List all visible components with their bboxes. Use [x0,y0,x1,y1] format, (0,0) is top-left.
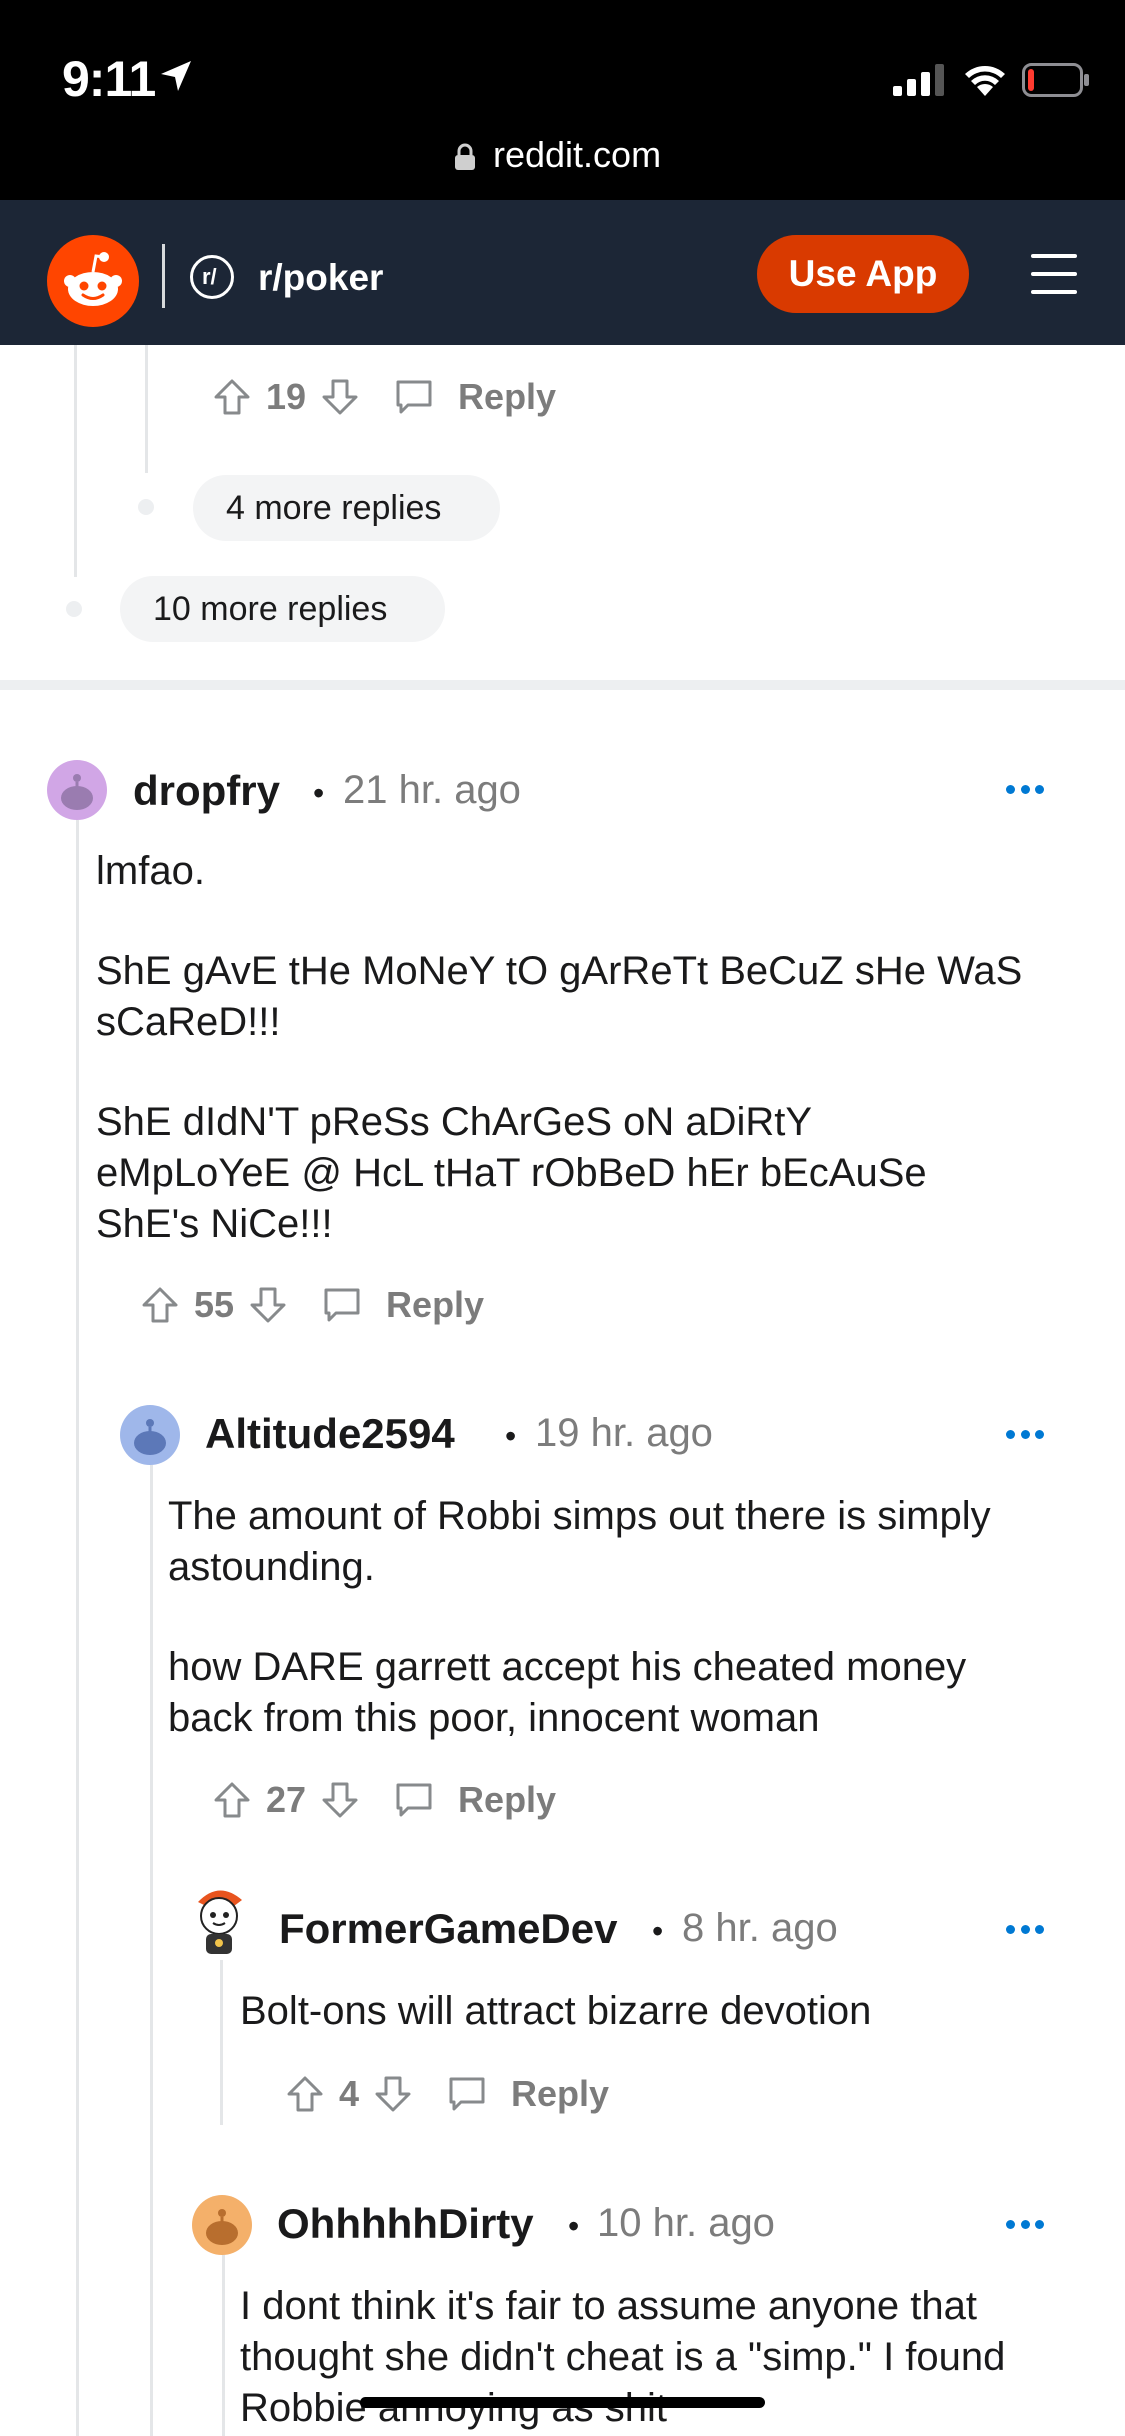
comment-divider [0,680,1125,690]
location-arrow-icon [161,61,191,91]
thread-line[interactable] [222,2255,225,2436]
user-avatar[interactable] [186,1882,252,1960]
subreddit-name[interactable]: r/poker [258,257,383,299]
vote-bar: 55 Reply [140,1275,484,1335]
downvote-icon[interactable] [248,1285,288,1325]
battery-low-icon [1022,63,1089,97]
thread-line[interactable] [74,345,77,577]
comment-time: 19 hr. ago [535,1411,713,1455]
comment-username[interactable]: OhhhhhDirty [277,2200,534,2248]
status-time: 9:11 [62,51,156,107]
upvote-icon[interactable] [140,1285,180,1325]
cell-signal-icon [893,64,944,96]
comment-body: Bolt-ons will attract bizarre devotion [240,1989,872,2033]
meta-separator: • [313,775,325,811]
wifi-icon [965,66,1005,96]
comment-icon [324,1288,360,1322]
reply-button[interactable]: Reply [394,1779,556,1821]
hamburger-menu-icon[interactable] [1031,254,1077,308]
vote-count: 4 [339,2073,360,2114]
thread-line[interactable] [145,345,148,473]
reply-button[interactable]: Reply [322,1284,484,1326]
downvote-icon[interactable] [320,1780,360,1820]
more-options-icon[interactable] [1006,2220,1044,2230]
comment-body: The amount of Robbi simps out there is s… [168,1494,991,1740]
reply-button[interactable]: Reply [447,2073,609,2115]
more-replies-button[interactable]: 10 more replies [120,576,445,642]
upvote-icon[interactable] [285,2074,325,2114]
meta-separator: • [505,1418,517,1454]
comment-body: I dont think it's fair to assume anyone … [240,2284,1006,2430]
thread-line[interactable] [150,1465,153,2436]
downvote-icon[interactable] [320,377,360,417]
vote-bar: 19 Reply [212,367,556,427]
vote-bar: 4 Reply [285,2064,609,2124]
more-replies-button[interactable]: 4 more replies [193,475,500,541]
thread-dot [66,601,82,617]
more-options-icon[interactable] [1006,785,1044,795]
header-divider [162,244,165,308]
comment-username[interactable]: dropfry [133,767,280,815]
thread-dot [138,499,154,515]
url-bar[interactable]: reddit.com [493,134,661,176]
meta-separator: • [568,2208,580,2244]
comment-body: lmfao. ShE gAvE tHe MoNeY tO gArReTt BeC… [96,849,1023,1246]
comment-icon [396,1783,432,1817]
vote-count: 19 [266,376,307,417]
comment-icon [449,2077,485,2111]
thread-line[interactable] [76,820,79,2436]
vote-count: 27 [266,1779,307,1820]
comment-username[interactable]: Altitude2594 [205,1410,455,1458]
comment-username[interactable]: FormerGameDev [279,1905,617,1953]
vote-bar: 27 Reply [212,1770,556,1830]
upvote-icon[interactable] [212,1780,252,1820]
comment-time: 21 hr. ago [343,768,521,812]
thread-line[interactable] [220,1960,223,2125]
more-options-icon[interactable] [1006,1430,1044,1440]
downvote-icon[interactable] [373,2074,413,2114]
use-app-button[interactable]: Use App [757,235,969,313]
upvote-icon[interactable] [212,377,252,417]
more-options-icon[interactable] [1006,1925,1044,1935]
svg-text:r/: r/ [202,264,217,289]
meta-separator: • [652,1913,664,1949]
lock-icon [455,143,475,170]
user-avatar[interactable] [120,1405,180,1465]
subreddit-icon[interactable]: r/ [190,255,234,299]
reddit-logo-icon[interactable] [47,235,139,327]
reply-button[interactable]: Reply [394,376,556,418]
user-avatar[interactable] [192,2195,252,2255]
vote-count: 55 [194,1284,235,1325]
comment-time: 8 hr. ago [682,1906,838,1950]
redaction-mark [360,2397,765,2408]
user-avatar[interactable] [47,760,107,820]
comment-icon [396,380,432,414]
comment-time: 10 hr. ago [597,2201,775,2245]
